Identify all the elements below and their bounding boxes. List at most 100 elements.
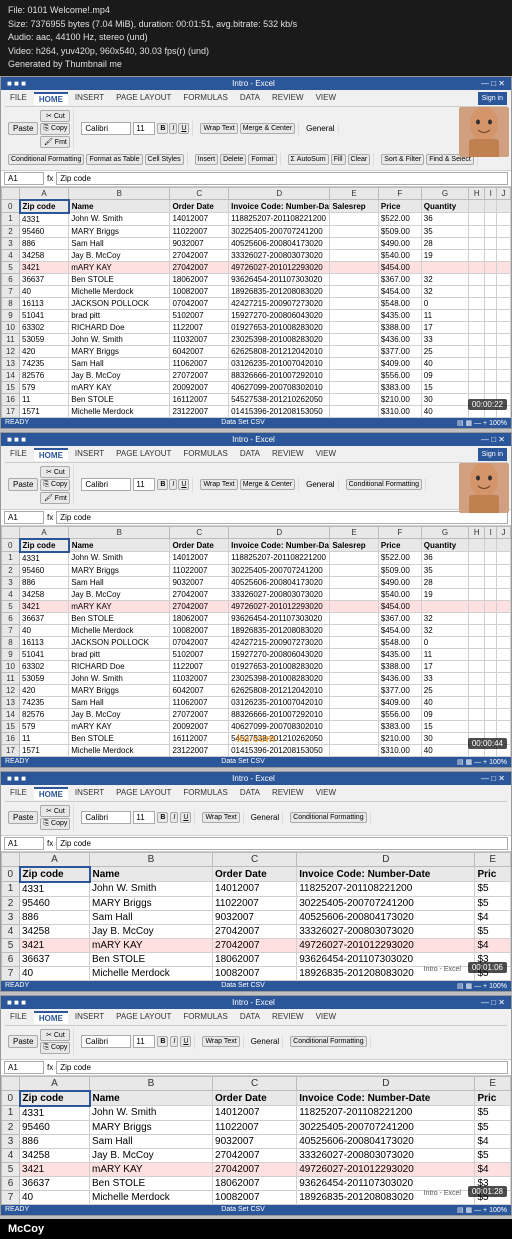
cell-value[interactable]: 88326666-201007292010	[229, 708, 330, 720]
tab-home-3[interactable]: HOME	[34, 787, 68, 800]
tab-review-4[interactable]: REVIEW	[267, 1011, 309, 1024]
cell-value[interactable]	[485, 357, 497, 369]
tab-pagelayout-1[interactable]: PAGE LAYOUT	[111, 92, 176, 105]
cell-value[interactable]: 18062007	[170, 273, 229, 285]
cell-value[interactable]	[330, 612, 379, 624]
cell-value[interactable]: 9032007	[213, 1134, 297, 1148]
cell-value[interactable]: 4331	[20, 552, 69, 565]
cell-value[interactable]	[330, 405, 379, 417]
cell-value[interactable]	[469, 708, 485, 720]
cell-value[interactable]	[330, 732, 379, 744]
cell-value[interactable]: 07042007	[170, 297, 229, 309]
cell-value[interactable]: 40	[20, 624, 69, 636]
cell-value[interactable]: 3421	[20, 938, 90, 952]
cell-value[interactable]: Ben STOLE	[69, 612, 170, 624]
cell-value[interactable]: MARY Briggs	[90, 1120, 213, 1134]
cell-value[interactable]	[330, 660, 379, 672]
copy-btn-2[interactable]: ⎘ Copy	[40, 479, 70, 491]
cell-value[interactable]	[485, 612, 497, 624]
cell-value[interactable]	[497, 249, 511, 261]
cell-value[interactable]: 49726027-201012293020	[297, 1162, 475, 1176]
cell-value[interactable]: $4	[475, 938, 511, 952]
cell-value[interactable]: 3421	[20, 600, 69, 612]
cell-value[interactable]: Invoice Code: Number-Date	[229, 200, 330, 213]
cell-value[interactable]: $522.00	[378, 213, 421, 226]
cell-value[interactable]: 42427215-200907273020	[229, 297, 330, 309]
cell-value[interactable]	[497, 297, 511, 309]
format-btn-1[interactable]: Format	[248, 154, 276, 165]
cell-value[interactable]: Name	[69, 200, 170, 213]
cell-value[interactable]	[330, 381, 379, 393]
cell-value[interactable]: Jay B. McCoy	[90, 924, 213, 938]
cell-value[interactable]: 18926835-201208083020	[229, 285, 330, 297]
cell-value[interactable]: $383.00	[378, 381, 421, 393]
cell-value[interactable]: 32	[421, 273, 468, 285]
cell-value[interactable]: Zip code	[20, 1091, 90, 1106]
cell-value[interactable]	[330, 636, 379, 648]
cell-value[interactable]: 09	[421, 708, 468, 720]
cell-value[interactable]	[497, 720, 511, 732]
cell-value[interactable]	[469, 321, 485, 333]
tab-home-1[interactable]: HOME	[34, 92, 68, 105]
cell-value[interactable]: 40	[20, 285, 69, 297]
cell-value[interactable]	[469, 309, 485, 321]
cell-value[interactable]: 53059	[20, 333, 69, 345]
cell-value[interactable]: 32	[421, 612, 468, 624]
cell-value[interactable]: 51041	[20, 648, 69, 660]
cell-value[interactable]: 27042007	[170, 600, 229, 612]
font-name-1[interactable]	[81, 122, 131, 135]
col-c-1[interactable]: C	[170, 187, 229, 200]
cell-value[interactable]: 17	[421, 321, 468, 333]
cell-value[interactable]: Michelle Merdock	[69, 405, 170, 417]
bold-btn-2[interactable]: B	[157, 479, 168, 490]
cell-value[interactable]: Price	[378, 539, 421, 552]
cell-value[interactable]	[330, 237, 379, 249]
cell-value[interactable]	[485, 381, 497, 393]
fill-btn-1[interactable]: Fill	[331, 154, 346, 165]
cell-value[interactable]: 11032007	[170, 672, 229, 684]
cell-value[interactable]	[497, 357, 511, 369]
cell-value[interactable]: 34258	[20, 924, 90, 938]
cell-value[interactable]: mARY KAY	[69, 720, 170, 732]
cell-value[interactable]	[497, 624, 511, 636]
italic-btn-4[interactable]: I	[170, 1036, 178, 1047]
cell-value[interactable]: $435.00	[378, 648, 421, 660]
wrap-text-btn-1[interactable]: Wrap Text	[200, 123, 237, 134]
cell-value[interactable]: Name	[69, 539, 170, 552]
cell-value[interactable]	[330, 357, 379, 369]
cell-value[interactable]: $409.00	[378, 696, 421, 708]
cell-value[interactable]: 11022007	[170, 225, 229, 237]
cell-value[interactable]: Order Date	[170, 539, 229, 552]
tab-pagelayout-3[interactable]: PAGE LAYOUT	[111, 787, 176, 800]
cell-value[interactable]	[485, 237, 497, 249]
cell-value[interactable]: Quantity	[421, 539, 468, 552]
paste-btn-3[interactable]: Paste	[8, 811, 38, 824]
cell-value[interactable]: 23025398-201008283020	[229, 333, 330, 345]
cell-value[interactable]: 886	[20, 237, 69, 249]
cell-value[interactable]	[330, 600, 379, 612]
cell-value[interactable]: $522.00	[378, 552, 421, 565]
tab-review-1[interactable]: REVIEW	[267, 92, 309, 105]
cut-btn-4[interactable]: ✂ Cut	[40, 1029, 70, 1041]
cell-value[interactable]	[330, 309, 379, 321]
cell-value[interactable]: John W. Smith	[90, 882, 213, 897]
cell-value[interactable]: $509.00	[378, 564, 421, 576]
cell-value[interactable]	[469, 672, 485, 684]
cell-value[interactable]: 54527538-201210262050	[229, 393, 330, 405]
tab-home-4[interactable]: HOME	[34, 1011, 68, 1024]
cell-value[interactable]: Invoice Code: Number-Date	[229, 539, 330, 552]
col-e-1[interactable]: E	[330, 187, 379, 200]
cell-value[interactable]: MARY Briggs	[69, 345, 170, 357]
cell-value[interactable]	[497, 369, 511, 381]
cell-value[interactable]: 420	[20, 684, 69, 696]
cell-value[interactable]: 886	[20, 576, 69, 588]
cell-value[interactable]: John W. Smith	[90, 1106, 213, 1121]
cell-value[interactable]: Invoice Code: Number-Date	[297, 867, 475, 882]
cell-value[interactable]	[497, 309, 511, 321]
cell-value[interactable]	[330, 708, 379, 720]
cell-value[interactable]: $490.00	[378, 576, 421, 588]
col-a-1[interactable]: A	[20, 187, 69, 200]
cell-ref-input-1[interactable]	[4, 172, 44, 185]
cell-value[interactable]: Sam Hall	[69, 357, 170, 369]
sheet-tab-4[interactable]: Data Set CSV	[221, 1206, 265, 1214]
